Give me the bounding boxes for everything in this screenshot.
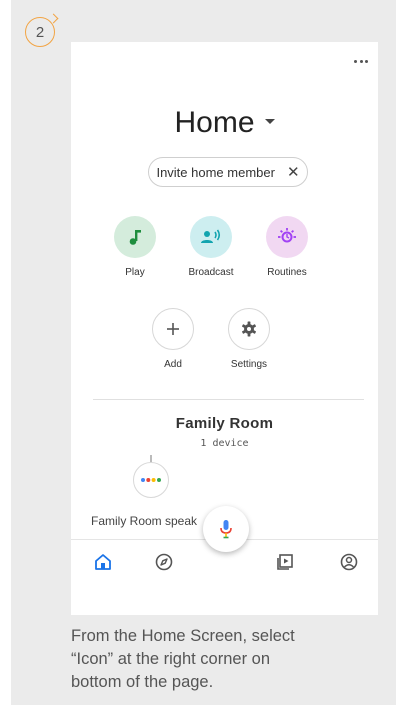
broadcast-icon	[201, 229, 221, 243]
caret-down-icon	[264, 118, 275, 124]
music-note-icon	[129, 230, 141, 245]
broadcast-label: Broadcast	[188, 267, 234, 278]
settings-label: Settings	[230, 359, 268, 370]
plus-icon	[167, 323, 179, 335]
add-button[interactable]: Add	[138, 308, 208, 370]
room-title: Family Room	[175, 415, 274, 432]
step-number-badge: 2	[25, 13, 59, 47]
divider	[93, 399, 364, 400]
arrow-icon	[48, 13, 59, 24]
google-dots-icon	[141, 478, 161, 482]
routines-label: Routines	[267, 267, 307, 278]
room-device-count: 1 device	[200, 438, 249, 449]
broadcast-button[interactable]: Broadcast	[176, 216, 246, 278]
explore-icon[interactable]	[154, 552, 174, 572]
device-label[interactable]: Family Room speak	[91, 514, 201, 528]
play-button[interactable]: Play	[100, 216, 170, 278]
account-icon[interactable]	[339, 552, 359, 572]
speaker-antenna	[150, 455, 152, 462]
home-icon[interactable]	[93, 552, 113, 572]
settings-button[interactable]: Settings	[214, 308, 284, 370]
routines-button[interactable]: Routines	[252, 216, 322, 278]
more-options-icon[interactable]	[354, 58, 368, 64]
microphone-button[interactable]	[203, 506, 249, 552]
instruction-caption: From the Home Screen, select “Icon” at t…	[71, 627, 295, 691]
close-icon[interactable]: ✕	[287, 163, 300, 181]
invite-chip-label: Invite home member	[156, 164, 275, 180]
microphone-icon	[220, 520, 232, 539]
instruction-card: 2 Home Invite home member ✕ Play Broadca…	[11, 0, 396, 705]
routines-icon	[278, 228, 296, 243]
invite-home-member-chip[interactable]: Invite home member ✕	[148, 157, 308, 187]
phone-screenshot: Home Invite home member ✕ Play Broadcast…	[71, 42, 378, 615]
home-selector[interactable]: Home	[71, 106, 378, 140]
page-title: Home	[174, 106, 255, 139]
play-label: Play	[125, 267, 145, 278]
add-label: Add	[164, 359, 182, 370]
media-icon[interactable]	[275, 552, 295, 572]
speaker-device-icon[interactable]	[133, 462, 169, 498]
step-number: 2	[35, 23, 45, 41]
gear-icon	[242, 321, 256, 337]
